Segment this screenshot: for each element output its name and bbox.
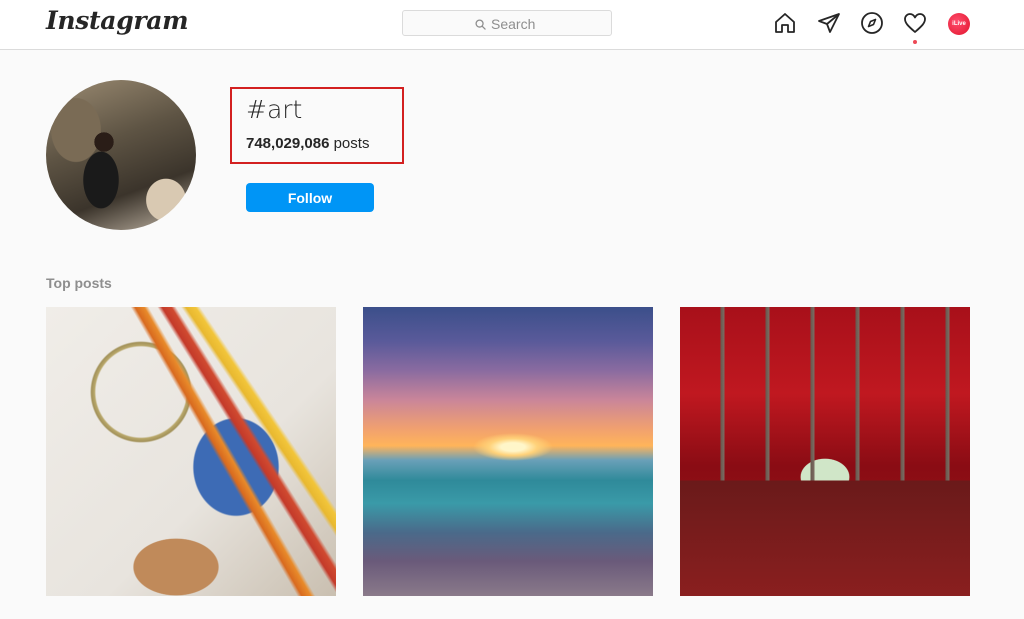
post-count-label: posts	[333, 135, 370, 152]
profile-avatar[interactable]: iLive	[948, 13, 970, 35]
follow-button[interactable]: Follow	[246, 183, 374, 212]
hashtag-title: #art	[246, 95, 303, 124]
top-posts-heading: Top posts	[46, 275, 112, 291]
search-placeholder: Search	[491, 16, 536, 32]
post-thumbnail-red-trees[interactable]	[680, 307, 970, 596]
notification-dot	[913, 40, 917, 44]
post-count-number: 748,029,086	[246, 135, 330, 152]
post-thumbnail-sunset-sea[interactable]	[363, 307, 653, 596]
search-input[interactable]: Search	[402, 10, 612, 36]
explore-icon[interactable]	[860, 11, 884, 35]
avatar-text: iLive	[952, 21, 966, 27]
hashtag-profile-image	[46, 80, 196, 230]
post-thumbnail-art-drawing[interactable]	[46, 307, 336, 596]
activity-heart-icon[interactable]	[903, 11, 927, 35]
search-icon	[475, 18, 486, 30]
top-navigation-bar: Instagram Search iLive	[0, 0, 1024, 50]
post-count: 748,029,086 posts	[246, 135, 369, 152]
direct-message-icon[interactable]	[817, 11, 841, 35]
home-icon[interactable]	[773, 11, 797, 35]
instagram-logo[interactable]: Instagram	[46, 6, 189, 35]
